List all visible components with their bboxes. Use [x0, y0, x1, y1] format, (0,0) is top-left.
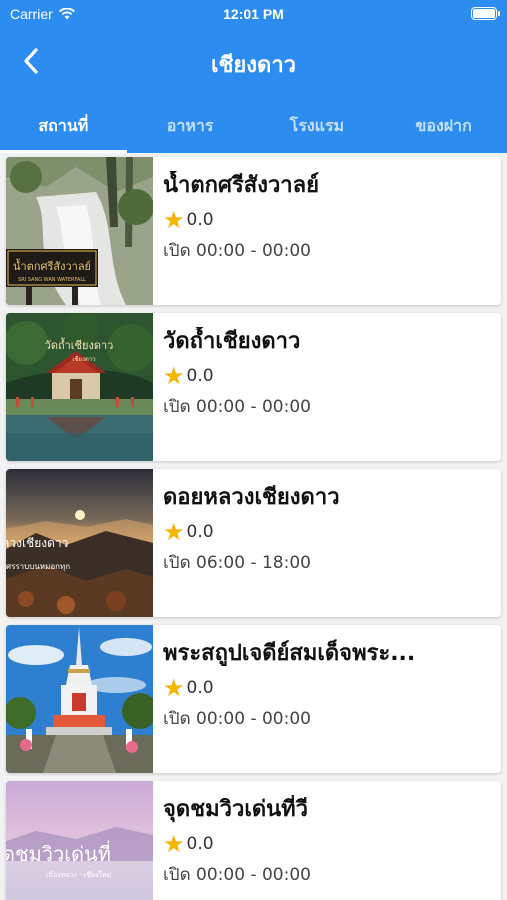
- place-rating: ★ 0.0: [163, 363, 493, 389]
- image-sign-text: วัดถ้ำเชียงดาว: [45, 337, 114, 352]
- place-card[interactable]: ลวงเชียงดาว ศรราบบนหมอกทุก ดอยหลวงเชียงด…: [6, 469, 501, 617]
- place-card[interactable]: พระสถูปเจดีย์สมเด็จพระ... ★ 0.0 เปิด 00:…: [6, 625, 501, 773]
- tab-label: ของฝาก: [415, 116, 472, 135]
- rating-value: 0.0: [186, 366, 214, 386]
- rating-value: 0.0: [186, 678, 214, 698]
- place-rating: ★ 0.0: [163, 207, 493, 233]
- tab-label: อาหาร: [166, 116, 214, 135]
- place-image-viewpoint: ดชมวิวเด่นที่ เมืองหลวง - เชียงใหม่: [6, 781, 153, 900]
- image-sub-text: SRI SANG WAN WATERFALL: [18, 277, 86, 283]
- place-info: พระสถูปเจดีย์สมเด็จพระ... ★ 0.0 เปิด 00:…: [163, 639, 493, 731]
- place-card[interactable]: น้ำตกศรีสังวาลย์ SRI SANG WAN WATERFALL …: [6, 157, 501, 305]
- place-name: น้ำตกศรีสังวาลย์: [163, 173, 320, 198]
- place-info: ดอยหลวงเชียงดาว ★ 0.0 เปิด 06:00 - 18:00: [163, 483, 493, 575]
- place-info: จุดชมวิวเด่นที่วี ★ 0.0 เปิด 00:00 - 00:…: [163, 795, 493, 887]
- image-sub-text: ศรราบบนหมอกทุก: [6, 562, 70, 571]
- opening-hours: เปิด 00:00 - 00:00: [163, 241, 311, 261]
- image-sign-text: ดชมวิวเด่นที่: [6, 840, 111, 866]
- star-icon: ★: [163, 362, 185, 390]
- status-bar: Carrier 12:01 PM: [0, 0, 507, 28]
- place-image-mountain: ลวงเชียงดาว ศรราบบนหมอกทุก: [6, 469, 153, 617]
- image-sub-text: เมืองหลวง - เชียงใหม่: [46, 870, 111, 879]
- app-header: Carrier 12:01 PM เชียงดาว สถานที่ อาหาร …: [0, 0, 507, 153]
- tab-souvenirs[interactable]: ของฝาก: [380, 104, 507, 153]
- place-name: วัดถ้ำเชียงดาว: [163, 329, 301, 354]
- image-sign-text: น้ำตกศรีสังวาลย์: [13, 258, 91, 273]
- page-title: เชียงดาว: [210, 53, 297, 78]
- place-card[interactable]: ดชมวิวเด่นที่ เมืองหลวง - เชียงใหม่ จุดช…: [6, 781, 501, 900]
- star-icon: ★: [163, 674, 185, 702]
- opening-hours: เปิด 00:00 - 00:00: [163, 865, 311, 885]
- place-image-temple: วัดถ้ำเชียงดาว เชียงดาว: [6, 313, 153, 461]
- place-info: น้ำตกศรีสังวาลย์ ★ 0.0 เปิด 00:00 - 00:0…: [163, 171, 493, 263]
- tab-label: โรงแรม: [289, 116, 345, 135]
- tab-places[interactable]: สถานที่: [0, 104, 127, 153]
- place-rating: ★ 0.0: [163, 675, 493, 701]
- place-list: น้ำตกศรีสังวาลย์ SRI SANG WAN WATERFALL …: [0, 153, 507, 900]
- place-name: ดอยหลวงเชียงดาว: [163, 485, 340, 510]
- place-info: วัดถ้ำเชียงดาว ★ 0.0 เปิด 00:00 - 00:00: [163, 327, 493, 419]
- place-card[interactable]: วัดถ้ำเชียงดาว เชียงดาว วัดถ้ำเชียงดาว ★…: [6, 313, 501, 461]
- nav-bar: เชียงดาว: [0, 38, 507, 86]
- battery-icon: [471, 7, 500, 20]
- star-icon: ★: [163, 518, 185, 546]
- place-name: จุดชมวิวเด่นที่วี: [163, 797, 309, 822]
- opening-hours: เปิด 06:00 - 18:00: [163, 553, 311, 573]
- star-icon: ★: [163, 830, 185, 858]
- tab-food[interactable]: อาหาร: [127, 104, 254, 153]
- opening-hours: เปิด 00:00 - 00:00: [163, 709, 311, 729]
- place-image-pagoda: [6, 625, 153, 773]
- place-rating: ★ 0.0: [163, 831, 493, 857]
- rating-value: 0.0: [186, 834, 214, 854]
- tab-label: สถานที่: [38, 116, 89, 135]
- rating-value: 0.0: [186, 210, 214, 230]
- rating-value: 0.0: [186, 522, 214, 542]
- place-name: พระสถูปเจดีย์สมเด็จพระ...: [163, 641, 416, 666]
- tab-hotels[interactable]: โรงแรม: [254, 104, 381, 153]
- image-sub-text: เชียงดาว: [72, 355, 95, 363]
- clock: 12:01 PM: [223, 6, 284, 22]
- star-icon: ★: [163, 206, 185, 234]
- place-rating: ★ 0.0: [163, 519, 493, 545]
- image-sign-text: ลวงเชียงดาว: [6, 536, 68, 550]
- place-image-waterfall: น้ำตกศรีสังวาลย์ SRI SANG WAN WATERFALL: [6, 157, 153, 305]
- category-tabs: สถานที่ อาหาร โรงแรม ของฝาก: [0, 104, 507, 153]
- opening-hours: เปิด 00:00 - 00:00: [163, 397, 311, 417]
